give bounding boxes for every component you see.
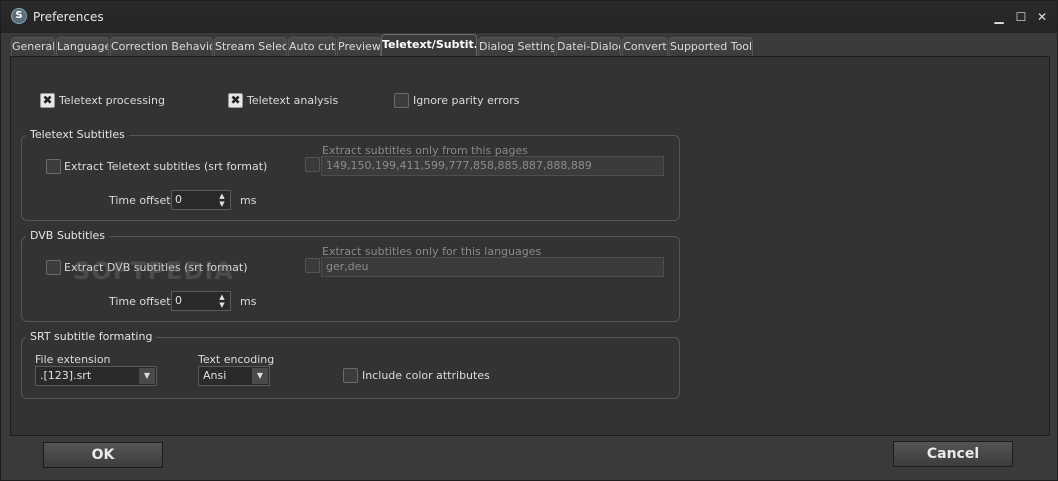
teletext-analysis-checkbox[interactable]: ✖ — [228, 93, 243, 108]
ok-button[interactable]: OK — [43, 442, 163, 468]
tab-correction-behavior[interactable]: Correction Behavior — [110, 37, 213, 57]
cancel-button[interactable]: Cancel — [893, 441, 1013, 467]
tab-language[interactable]: Language — [56, 37, 109, 57]
close-icon[interactable]: ✕ — [1034, 9, 1050, 25]
extract-teletext-label[interactable]: Extract Teletext subtitles (srt format) — [64, 160, 267, 173]
dvb-time-offset-unit: ms — [240, 295, 257, 308]
extract-dvb-checkbox[interactable] — [46, 260, 61, 275]
tab-stream-select[interactable]: Stream Select — [214, 37, 287, 57]
preferences-window: S Preferences ▁ ☐ ✕ General Language Cor… — [0, 0, 1058, 481]
tab-datei-dialog[interactable]: Datei-Dialog — [556, 37, 621, 57]
tab-convert[interactable]: Convert — [622, 37, 668, 57]
file-extension-select[interactable]: .[123].srt ▼ — [35, 366, 157, 386]
ignore-parity-checkbox[interactable] — [394, 93, 409, 108]
chevron-down-icon[interactable]: ▼ — [139, 368, 155, 384]
dvb-subtitles-title: DVB Subtitles — [26, 229, 110, 242]
maximize-icon[interactable]: ☐ — [1013, 9, 1029, 25]
include-color-attributes-checkbox[interactable] — [343, 368, 358, 383]
teletext-analysis-label[interactable]: Teletext analysis — [247, 94, 338, 107]
app-icon: S — [11, 8, 27, 24]
file-extension-value: .[123].srt — [40, 369, 92, 382]
minimize-icon[interactable]: ▁ — [991, 9, 1007, 25]
teletext-processing-label[interactable]: Teletext processing — [59, 94, 165, 107]
text-encoding-label: Text encoding — [198, 353, 275, 366]
chevron-down-icon[interactable]: ▼ — [252, 368, 268, 384]
tab-preview[interactable]: Preview — [337, 37, 381, 57]
teletext-pages-checkbox[interactable] — [305, 157, 320, 172]
teletext-time-offset-spinner[interactable]: 0 ▲ ▼ — [171, 190, 231, 210]
spinner-arrows-icon[interactable]: ▲ ▼ — [216, 192, 228, 208]
text-encoding-value: Ansi — [203, 369, 227, 382]
text-encoding-select[interactable]: Ansi ▼ — [198, 366, 270, 386]
ignore-parity-label[interactable]: Ignore parity errors — [413, 94, 519, 107]
window-title: Preferences — [33, 10, 104, 24]
tab-general[interactable]: General — [11, 37, 55, 57]
teletext-processing-checkbox[interactable]: ✖ — [40, 93, 55, 108]
tab-dialog-settings[interactable]: Dialog Settings — [478, 37, 555, 57]
tab-teletext-subtitles[interactable]: Teletext/Subtit... — [381, 34, 477, 57]
dvb-languages-checkbox[interactable] — [305, 258, 320, 273]
teletext-time-offset-unit: ms — [240, 194, 257, 207]
dvb-languages-input[interactable]: ger,deu — [321, 257, 664, 277]
teletext-time-offset-value: 0 — [175, 193, 182, 206]
tab-supported-tools[interactable]: Supported Tools — [669, 37, 753, 57]
file-extension-label: File extension — [35, 353, 111, 366]
teletext-time-offset-label: Time offset — [109, 194, 171, 207]
dvb-time-offset-value: 0 — [175, 294, 182, 307]
tab-auto-cut[interactable]: Auto cut — [288, 37, 336, 57]
title-bar[interactable]: S Preferences ▁ ☐ ✕ — [1, 1, 1057, 33]
dvb-time-offset-label: Time offset — [109, 295, 171, 308]
teletext-subtitles-title: Teletext Subtitles — [26, 128, 129, 141]
extract-teletext-checkbox[interactable] — [46, 159, 61, 174]
teletext-pages-input[interactable]: 149,150,199,411,599,777,858,885,887,888,… — [321, 156, 664, 176]
include-color-attributes-label[interactable]: Include color attributes — [362, 369, 490, 382]
srt-formatting-title: SRT subtitle formating — [26, 330, 157, 343]
watermark-logo: SOFTPEDIA — [73, 257, 234, 285]
dvb-time-offset-spinner[interactable]: 0 ▲ ▼ — [171, 291, 231, 311]
spinner-arrows-icon[interactable]: ▲ ▼ — [216, 293, 228, 309]
